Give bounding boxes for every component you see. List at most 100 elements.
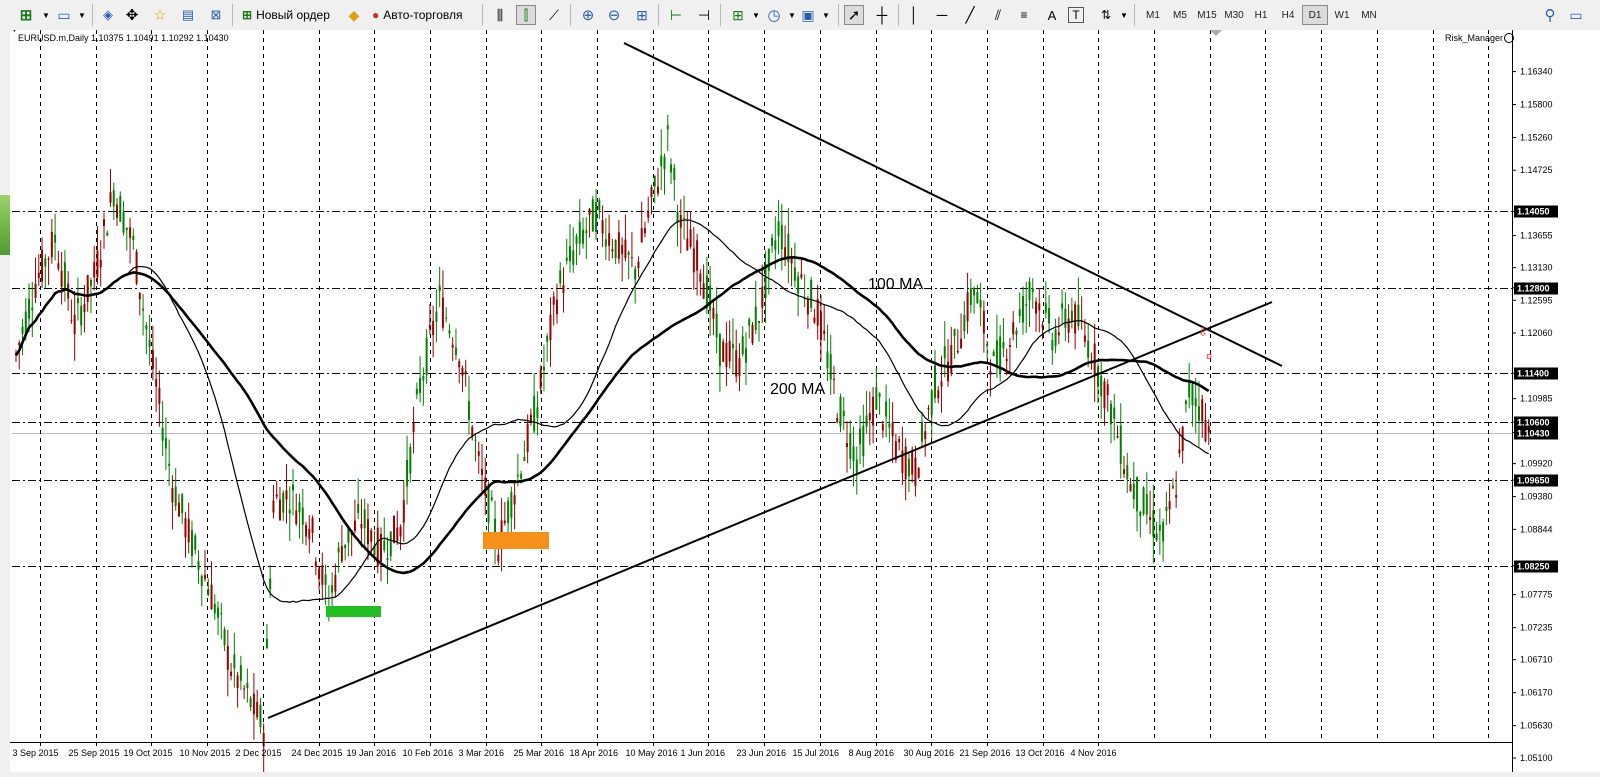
candle-body [575, 236, 578, 244]
fibonacci-icon[interactable]: ≡ [1014, 5, 1034, 25]
candle-body [1175, 495, 1178, 498]
vertical-line-icon[interactable]: │ [904, 5, 924, 25]
window-menu-arrow-icon[interactable]: ▼ [10, 24, 19, 34]
dropdown-arrow-icon[interactable]: ▼ [36, 5, 56, 25]
search-icon[interactable]: ⚲ [1540, 5, 1560, 25]
autotrading-button[interactable]: ● Авто-торговля [368, 5, 467, 25]
candle-body [419, 378, 422, 393]
metaeditor-icon[interactable]: ◆ [344, 5, 364, 25]
timeframe-h4[interactable]: H4 [1275, 5, 1301, 25]
profiles-icon[interactable]: ▭ [54, 5, 74, 25]
price-tick-label: 1.12595 [1520, 295, 1553, 305]
cursor-icon[interactable]: ➚ [844, 5, 864, 25]
chart-canvas[interactable]: ⇩ ¤ 1.16340 1.15800 1.15260 1.14725 1.14050 1.… [10, 24, 1600, 774]
text-label-icon[interactable]: T [1068, 7, 1084, 23]
horizontal-line-icon[interactable]: ─ [932, 5, 952, 25]
crosshair-icon[interactable]: ┼ [872, 5, 892, 25]
autoscroll-icon[interactable]: ⊣ [694, 5, 714, 25]
new-chart-icon[interactable]: ⊞ [16, 5, 36, 25]
candle-body [73, 314, 76, 335]
favorites-icon[interactable]: ☆ [150, 5, 170, 25]
timeframe-m5[interactable]: M5 [1167, 5, 1193, 25]
toolbar-separator [898, 4, 899, 26]
chart-shift-icon[interactable]: ⊢ [666, 5, 686, 25]
chart-window[interactable]: ⇩ ¤ 1.16340 1.15800 1.15260 1.14725 1.14050 1.… [10, 24, 1600, 774]
candle-body [859, 428, 862, 445]
candle-body [259, 704, 262, 728]
timeframe-m30[interactable]: M30 [1221, 5, 1247, 25]
arrows-icon[interactable]: ⇅ [1096, 5, 1116, 25]
tile-windows-icon[interactable]: ⊞ [632, 5, 652, 25]
candle-body [252, 693, 255, 715]
dropdown-arrow-icon[interactable]: ▼ [816, 5, 836, 25]
candle-body [1061, 303, 1064, 309]
candle-body [1109, 403, 1112, 425]
candle-body [712, 307, 715, 319]
timeframe-d1[interactable]: D1 [1302, 5, 1328, 25]
line-chart-icon[interactable]: ⟋ [544, 5, 564, 25]
candle-body [311, 517, 314, 533]
candle-body [621, 244, 624, 255]
dropdown-arrow-icon[interactable]: ▼ [746, 5, 766, 25]
candle-body [924, 431, 927, 440]
left-panel-tab[interactable] [0, 195, 10, 255]
market-watch-icon[interactable]: ◈ [98, 5, 118, 25]
candle-body [1051, 340, 1054, 351]
candle-body [145, 325, 148, 330]
candle-body [246, 682, 249, 689]
timeframe-m15[interactable]: M15 [1194, 5, 1220, 25]
periods-clock-icon[interactable]: ◷ [764, 5, 784, 25]
text-icon[interactable]: A [1042, 5, 1062, 25]
zoom-in-icon[interactable]: ⊕ [578, 5, 598, 25]
timeframe-h1[interactable]: H1 [1248, 5, 1274, 25]
candle-body [243, 688, 246, 690]
indicators-icon[interactable]: ⊞ [728, 5, 748, 25]
timeframe-m1[interactable]: M1 [1140, 5, 1166, 25]
candle-body [363, 509, 366, 529]
candle-body [601, 220, 604, 234]
price-tick-label: 1.06710 [1520, 655, 1553, 665]
strategy-tester-icon[interactable]: ⊠ [206, 5, 226, 25]
time-tick-label: 4 Nov 2016 [1071, 748, 1117, 758]
timeframe-w1[interactable]: W1 [1329, 5, 1355, 25]
stop-marker-icon: ¤ [1206, 351, 1212, 363]
trendline-icon[interactable]: ╱ [960, 5, 980, 25]
candle-body [751, 324, 754, 344]
candle-body [872, 396, 875, 426]
candle-body [1191, 384, 1194, 406]
candle-body [41, 249, 44, 282]
candle-body [445, 317, 448, 319]
candle-body [305, 525, 308, 537]
candle-body [950, 345, 953, 374]
dropdown-arrow-icon[interactable]: ▼ [1114, 5, 1134, 25]
candle-body [702, 283, 705, 299]
candle-body [966, 292, 969, 322]
candle-body [31, 307, 34, 311]
candle-body [614, 239, 617, 259]
price-tick-label: 1.05100 [1520, 753, 1553, 763]
candle-body [947, 361, 950, 382]
navigator-icon[interactable]: ✥ [122, 5, 142, 25]
templates-icon[interactable]: ▣ [798, 5, 818, 25]
candle-body [1031, 288, 1034, 292]
candle-body [275, 494, 278, 497]
timeframe-mn[interactable]: MN [1356, 5, 1382, 25]
candle-body [334, 574, 337, 592]
new-order-button[interactable]: ⊞ Новый ордер [238, 5, 334, 25]
bar-chart-icon[interactable]: ⫼ [490, 5, 510, 25]
candle-body [634, 268, 637, 280]
equidistant-channel-icon[interactable]: ⫽ [988, 5, 1008, 25]
candle-body [409, 446, 412, 474]
candle-body [142, 308, 145, 311]
zoom-out-icon[interactable]: ⊖ [604, 5, 624, 25]
candle-body [956, 350, 959, 353]
chat-icon[interactable]: ▭ [1566, 5, 1586, 25]
dropdown-arrow-icon[interactable]: ▼ [72, 5, 92, 25]
candlestick-chart-icon[interactable]: ⫿ [516, 5, 536, 25]
candle-body [1171, 485, 1174, 489]
candle-body [487, 484, 490, 523]
candle-body [464, 370, 467, 373]
terminal-icon[interactable]: ▤ [178, 5, 198, 25]
candle-body [911, 451, 914, 475]
candle-body [1064, 308, 1067, 328]
